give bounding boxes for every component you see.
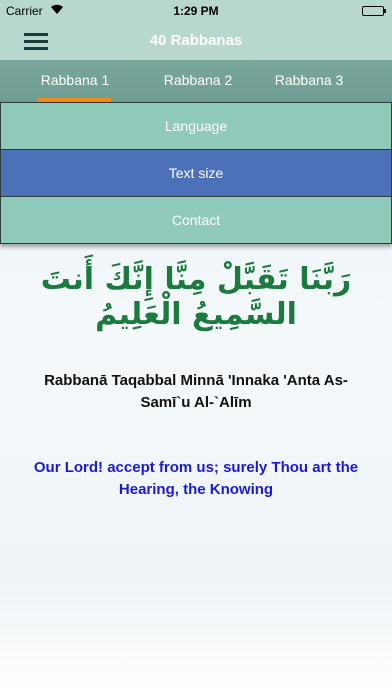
status-bar: Carrier 1:29 PM [0,0,392,22]
tab-bar: Rabbana 1 Rabbana 2 Rabbana 3 [0,60,392,102]
tab-rabbana-2[interactable]: Rabbana 2 [143,72,253,88]
tab-rabbana-3[interactable]: Rabbana 3 [254,72,364,88]
menu-item-contact[interactable]: Contact [0,196,392,244]
status-time: 1:29 PM [173,4,219,18]
dropdown-menu: Language Text size Contact [0,102,392,244]
transliteration-text: Rabbanā Taqabbal Minnā 'Innaka 'Anta As-… [44,372,348,411]
tab-rabbana-1[interactable]: Rabbana 1 [20,72,130,88]
arabic-verse: رَبَّنَا تَقَبَّلْ مِنَّا إِنَّكَ أَنتَ … [40,262,352,332]
battery-icon [362,6,386,16]
page-title: 40 Rabbanas [149,32,243,49]
translation-text: Our Lord! accept from us; surely Thou ar… [33,459,359,498]
menu-item-text-size[interactable]: Text size [0,149,392,197]
menu-item-language[interactable]: Language [0,102,392,150]
navigation-bar: 40 Rabbanas [0,22,392,60]
